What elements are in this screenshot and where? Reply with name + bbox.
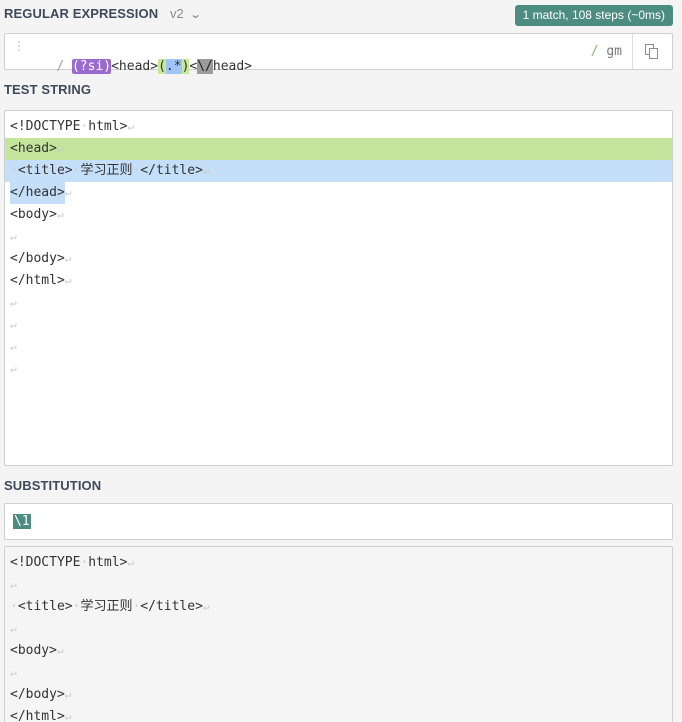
code-line: </body>↵ [5, 248, 672, 270]
copy-button[interactable] [632, 34, 672, 69]
newline-icon: ↵ [10, 622, 17, 635]
regex-token-escape: \/ [197, 59, 213, 74]
code-line: </body>↵ [5, 684, 672, 706]
regex-token-group-open: ( [158, 59, 166, 74]
newline-icon: ↵ [10, 340, 17, 353]
code-line: <body>↵ [5, 640, 672, 662]
substitution-title: SUBSTITUTION [4, 478, 102, 493]
regex-close-delimiter: / [590, 44, 599, 59]
code-line: <!DOCTYPE·html>↵ [5, 552, 672, 574]
substitution-value: \1 [13, 514, 31, 529]
regex-section-title: REGULAR EXPRESSION v2 ⌄ [4, 6, 202, 21]
substitution-result: <!DOCTYPE·html>↵ ↵ ·<title>·学习正则·</title>↵… [4, 546, 673, 722]
newline-icon: ↵ [56, 644, 64, 657]
newline-icon: ↵ [10, 230, 17, 243]
regex-input[interactable]: ⋮ / (?si)<head>(.*)<\/head> / gm [4, 33, 673, 74]
code-text: <title> [17, 599, 73, 614]
code-line: </html>↵ [5, 270, 672, 292]
newline-icon: ↵ [10, 666, 17, 679]
regex-flags: gm [606, 44, 622, 59]
regex-title-text: REGULAR EXPRESSION [4, 6, 159, 21]
code-line: ·<title>·学习正则·</title>↵ [5, 160, 672, 182]
code-text: <head> [10, 141, 57, 156]
newline-icon: ↵ [64, 274, 72, 287]
regex-token-group-special: (?si) [71, 59, 112, 74]
test-string-editor[interactable]: <!DOCTYPE·html>↵ <head>↵ ·<title>·学习正则·</t… [4, 110, 673, 466]
test-string-title: TEST STRING [4, 82, 92, 97]
code-line: ↵ [5, 358, 672, 380]
code-line: ·<title>·学习正则·</title>↵ [5, 596, 672, 618]
code-text: html> [88, 119, 128, 134]
code-line: ↵ [5, 662, 672, 684]
copy-icon-front [649, 48, 658, 59]
code-line: </html>↵ [5, 706, 672, 722]
code-text: </head> [10, 185, 65, 200]
code-text: 学习正则 [80, 599, 133, 614]
drag-handle-icon[interactable]: ⋮ [13, 40, 25, 58]
code-line: ↵ [5, 292, 672, 314]
whitespace-marker: · [10, 599, 18, 614]
newline-icon: ↵ [10, 296, 17, 309]
code-line: ↵ [5, 336, 672, 358]
newline-icon: ↵ [127, 556, 135, 569]
newline-icon: ↵ [127, 120, 135, 133]
match-info-badge: 1 match, 108 steps (~0ms) [514, 5, 673, 26]
code-line: <head>↵ [5, 138, 672, 160]
code-text: </title> [140, 599, 203, 614]
newline-icon: ↵ [64, 252, 72, 265]
newline-icon: ↵ [10, 362, 17, 375]
regex-flags-selector[interactable]: / gm [591, 44, 622, 59]
code-line: ↵ [5, 226, 672, 248]
regex-open-delimiter: / [56, 59, 65, 74]
code-text: <body> [10, 207, 57, 222]
newline-icon: ↵ [202, 600, 210, 613]
code-line: ↵ [5, 618, 672, 640]
result-lines: <!DOCTYPE·html>↵ ↵ ·<title>·学习正则·</title>↵… [5, 552, 672, 722]
newline-icon: ↵ [64, 688, 72, 701]
code-text: </html> [10, 709, 65, 722]
version-selector[interactable]: v2 ⌄ [169, 6, 202, 21]
regex-token-text: <head> [111, 59, 159, 74]
newline-icon: ↵ [64, 186, 72, 199]
newline-icon: ↵ [10, 578, 17, 591]
code-line: ↵ [5, 314, 672, 336]
code-line: </head>↵ [5, 182, 672, 204]
whitespace-marker: · [10, 163, 18, 178]
regex-tokens: (?si)<head>(.*)<\/head> [71, 59, 253, 74]
newline-icon: ↵ [56, 208, 64, 221]
chevron-down-icon: ⌄ [189, 9, 202, 21]
match-highlight: </head> [10, 182, 65, 204]
newline-icon: ↵ [10, 318, 17, 331]
code-text: </body> [10, 251, 65, 266]
version-label: v2 [169, 6, 184, 21]
test-string-lines: <!DOCTYPE·html>↵ <head>↵ ·<title>·学习正则·</t… [5, 116, 672, 380]
code-line: ↵ [5, 574, 672, 596]
regex-token-text: head> [212, 59, 253, 74]
code-line: <!DOCTYPE·html>↵ [5, 116, 672, 138]
code-text: <!DOCTYPE [10, 555, 81, 570]
newline-icon: ↵ [202, 164, 210, 177]
code-text: </html> [10, 273, 65, 288]
code-line: <body>↵ [5, 204, 672, 226]
newline-icon: ↵ [64, 710, 72, 722]
code-text: <body> [10, 643, 57, 658]
code-text: <title> [17, 163, 73, 178]
code-text: </title> [140, 163, 203, 178]
newline-icon: ↵ [56, 142, 64, 155]
code-text: html> [88, 555, 128, 570]
substitution-input[interactable]: \1 [4, 503, 673, 540]
regex-token-inner: .* [165, 59, 182, 74]
code-text: </body> [10, 687, 65, 702]
code-text: 学习正则 [80, 163, 133, 178]
code-text: <!DOCTYPE [10, 119, 81, 134]
